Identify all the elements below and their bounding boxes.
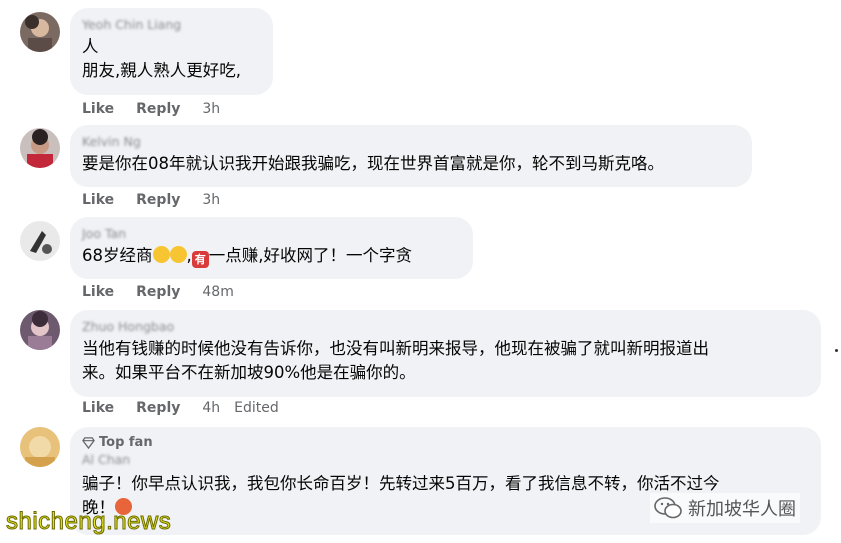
- reply-button[interactable]: Reply: [136, 191, 180, 209]
- watermark-channel-name: 新加坡华人圈: [688, 499, 796, 520]
- comment-bubble: Zhuo Hongbao 当他有钱赚的时候他没有告诉你，也没有叫新明来报导，他现…: [70, 310, 821, 397]
- comment-actions: Like Reply 48m: [82, 283, 234, 301]
- comment-text: 68岁经商, 有一点赚,好收网了！一个字贪: [82, 242, 461, 269]
- avatar[interactable]: [20, 221, 60, 261]
- diamond-icon: [82, 437, 95, 449]
- like-button[interactable]: Like: [82, 399, 114, 417]
- wechat-icon: [654, 497, 682, 519]
- avatar[interactable]: [20, 128, 60, 168]
- commenter-name[interactable]: Zhuo Hongbao: [82, 318, 809, 335]
- avatar[interactable]: [20, 427, 60, 467]
- avatar[interactable]: [20, 12, 60, 52]
- reply-button[interactable]: Reply: [136, 283, 180, 301]
- timestamp[interactable]: 48m: [202, 283, 233, 301]
- avatar[interactable]: [20, 310, 60, 350]
- comment-text: 人: [82, 37, 99, 56]
- commenter-name[interactable]: Joo Tan: [82, 225, 461, 242]
- reply-button[interactable]: Reply: [136, 100, 180, 118]
- comment-text-part: ,: [186, 246, 192, 265]
- top-fan-label: Top fan: [99, 435, 153, 450]
- top-fan-badge: Top fan: [82, 434, 809, 451]
- have-badge-icon: 有: [191, 251, 209, 268]
- watermark-channel: 新加坡华人圈: [650, 493, 800, 523]
- like-button[interactable]: Like: [82, 100, 114, 118]
- comment-bubble: Yeoh Chin Liang 人 朋友,親人熟人更好吃,: [70, 8, 273, 95]
- commenter-name[interactable]: Kelvin Ng: [82, 133, 740, 150]
- more-options-icon[interactable]: [835, 349, 838, 352]
- reply-button[interactable]: Reply: [136, 399, 180, 417]
- comment-bubble: Kelvin Ng 要是你在08年就认识我开始跟我骗吃，现在世界首富就是你，轮不…: [70, 125, 752, 187]
- comment-actions: Like Reply 4h Edited: [82, 399, 279, 417]
- comment-text-part: 68岁经商: [82, 246, 153, 265]
- comment-actions: Like Reply 3h: [82, 191, 220, 209]
- watermark-logo: shicheng.news: [5, 508, 172, 536]
- comment-text: 当他有钱赚的时候他没有告诉你，也没有叫新明来报导，他现在被骗了就叫新明报道出: [82, 339, 709, 358]
- like-button[interactable]: Like: [82, 191, 114, 209]
- edited-label: Edited: [234, 400, 279, 416]
- comment-text-part: 一点赚,好收网了！一个字贪: [208, 246, 412, 265]
- timestamp[interactable]: 3h: [202, 191, 220, 209]
- commenter-name[interactable]: Al Chan: [82, 451, 809, 468]
- timestamp[interactable]: 3h: [202, 100, 220, 118]
- timestamp[interactable]: 4h: [202, 399, 220, 417]
- laughing-emoji-icon: [152, 246, 170, 263]
- comment-text: 朋友,親人熟人更好吃,: [82, 61, 241, 80]
- comment-text: 来。如果平台不在新加坡90%他是在骗你的。: [82, 363, 416, 382]
- commenter-name[interactable]: Yeoh Chin Liang: [82, 16, 261, 33]
- comment-text: 要是你在08年就认识我开始跟我骗吃，现在世界首富就是你，轮不到马斯克咯。: [82, 154, 664, 173]
- comment-actions: Like Reply 3h: [82, 100, 220, 118]
- comment-bubble: Joo Tan 68岁经商, 有一点赚,好收网了！一个字贪: [70, 217, 473, 279]
- like-button[interactable]: Like: [82, 283, 114, 301]
- laughing-emoji-icon: [169, 246, 187, 263]
